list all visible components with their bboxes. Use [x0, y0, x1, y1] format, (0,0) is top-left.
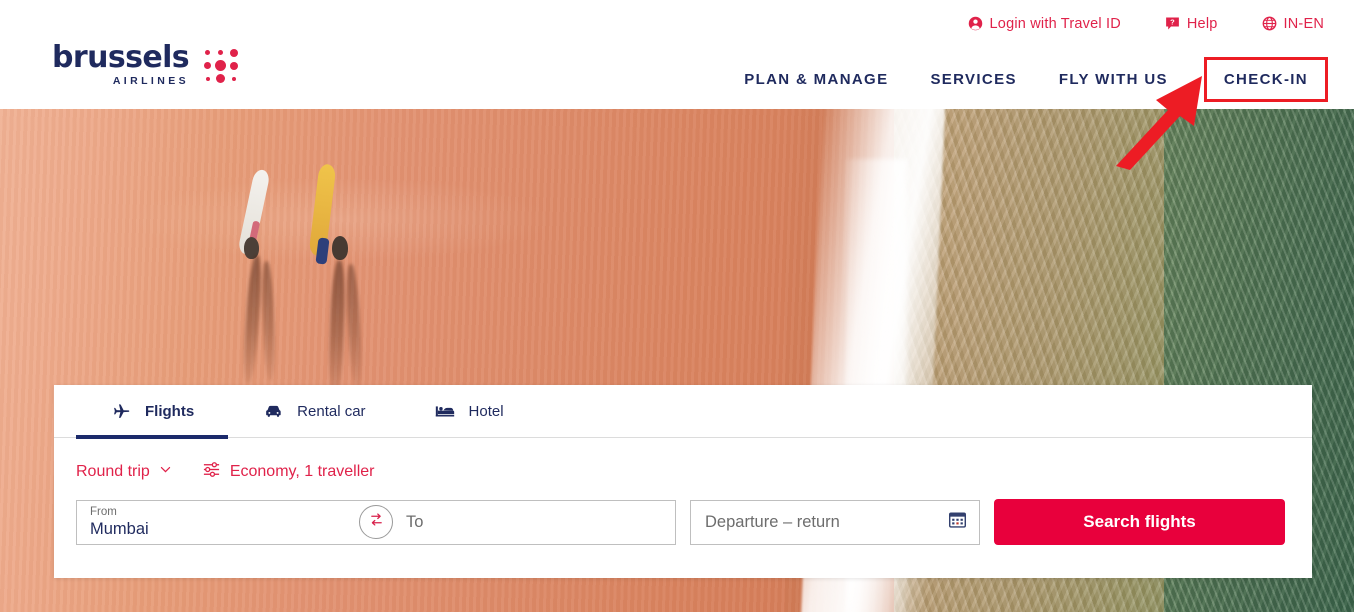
airplane-icon	[110, 401, 132, 421]
brussels-airlines-logo[interactable]: brussels AIRLINES	[52, 43, 240, 87]
language-selector[interactable]: IN-EN	[1262, 16, 1324, 32]
calendar-icon[interactable]	[948, 510, 967, 534]
main-navigation: PLAN & MANAGE SERVICES FLY WITH US CHECK…	[702, 57, 1328, 102]
chevron-down-icon	[159, 463, 172, 481]
swap-arrows-icon	[368, 511, 385, 533]
car-icon	[262, 401, 284, 422]
booking-search-widget: Flights Rental car Hotel Round trip Econ…	[54, 385, 1312, 578]
cabin-travellers-label: Economy, 1 traveller	[229, 463, 375, 480]
logo-wordmark: brussels AIRLINES	[52, 40, 190, 87]
from-label: From	[90, 505, 117, 518]
nav-item-services[interactable]: SERVICES	[930, 58, 1016, 101]
tab-rental-car-label: Rental car	[297, 402, 366, 420]
nav-item-fly-with-us[interactable]: FLY WITH US	[1059, 58, 1168, 101]
sliders-icon	[202, 460, 221, 484]
logo-dots-icon	[201, 46, 240, 85]
svg-text:?: ?	[1170, 17, 1175, 26]
language-label: IN-EN	[1283, 15, 1324, 32]
origin-destination-field[interactable]: From Mumbai To	[76, 499, 676, 545]
login-travel-id-link[interactable]: Login with Travel ID	[968, 16, 1121, 32]
tab-rental-car[interactable]: Rental car	[228, 385, 399, 438]
booking-fields-row: From Mumbai To Departure – return Search…	[54, 484, 1312, 545]
nav-item-check-in[interactable]: CHECK-IN	[1203, 57, 1328, 102]
swap-origin-destination-button[interactable]	[359, 505, 393, 539]
top-utility-bar: Login with Travel ID ? Help IN-EN	[0, 0, 1354, 47]
from-input[interactable]: From Mumbai	[77, 501, 359, 544]
login-travel-id-label: Login with Travel ID	[989, 15, 1121, 32]
help-bubble-icon: ?	[1165, 16, 1180, 31]
main-header: brussels AIRLINES PLAN & MANAGE SERVICES…	[0, 43, 1354, 109]
from-value: Mumbai	[90, 519, 149, 538]
date-placeholder: Departure – return	[705, 512, 840, 531]
logo-brand-text: brussels	[52, 40, 190, 75]
cabin-and-travellers-selector[interactable]: Economy, 1 traveller	[202, 460, 375, 484]
tab-flights[interactable]: Flights	[76, 385, 229, 439]
trip-type-selector[interactable]: Round trip	[76, 463, 172, 481]
booking-tabs: Flights Rental car Hotel	[54, 385, 1312, 439]
globe-icon	[1262, 16, 1277, 31]
search-flights-button[interactable]: Search flights	[994, 499, 1285, 545]
trip-type-label: Round trip	[76, 463, 150, 480]
user-circle-icon	[968, 16, 983, 31]
bed-icon	[434, 400, 456, 422]
date-range-field[interactable]: Departure – return	[690, 499, 980, 545]
to-placeholder: To	[406, 512, 424, 531]
logo-sub-text: AIRLINES	[112, 75, 190, 87]
tab-hotel-label: Hotel	[468, 402, 504, 420]
booking-options-row: Round trip Economy, 1 traveller	[54, 438, 1312, 484]
nav-item-plan-and-manage[interactable]: PLAN & MANAGE	[744, 58, 888, 101]
tab-hotel[interactable]: Hotel	[400, 385, 538, 438]
tab-flights-label: Flights	[145, 402, 195, 420]
help-label: Help	[1186, 15, 1218, 32]
help-link[interactable]: ? Help	[1165, 16, 1218, 32]
to-input[interactable]: To	[393, 501, 675, 544]
hero-person-two	[332, 236, 348, 260]
